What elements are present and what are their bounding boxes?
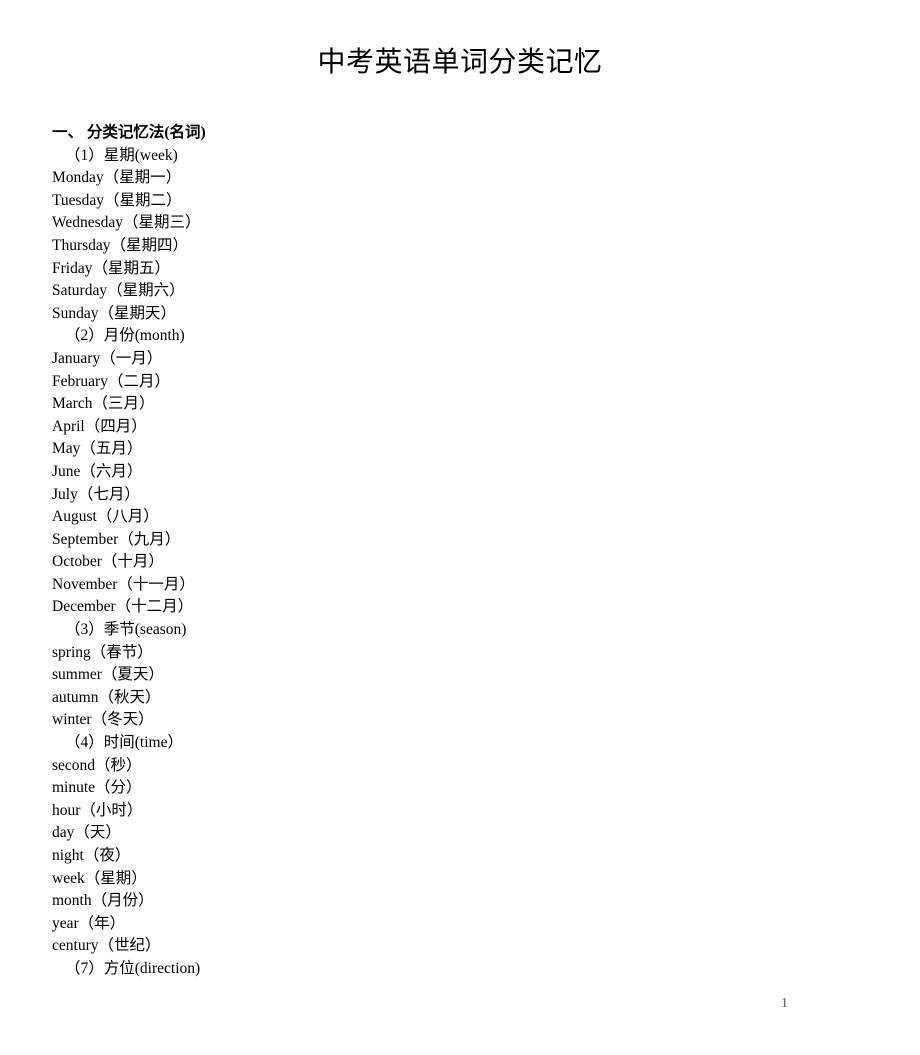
document-body: 一、 分类记忆法(名词) （1）星期(week) Monday（星期一） Tue… [52,122,772,981]
vocab-entry: spring（春节） [52,643,153,661]
page-number: 1 [781,996,788,1011]
subsection-label-season: （3）季节(season) [65,621,187,639]
group-month: （2）月份(month) January（一月） February（二月） Ma… [52,325,772,619]
group-direction: （7）方位(direction) [52,958,772,981]
page-title: 中考英语单词分类记忆 [317,47,603,78]
vocab-entry: April（四月） [52,417,147,435]
vocab-entry: minute（分） [52,779,142,797]
vocab-entry: hour（小时） [52,801,143,819]
document-page: 中考英语单词分类记忆 一、 分类记忆法(名词) （1）星期(week) Mond… [0,0,920,1055]
vocab-entry: June（六月） [52,462,143,480]
vocab-entry: day（天） [52,824,121,842]
group-time: （4）时间(time） second（秒） minute（分） hour（小时）… [52,732,772,958]
subsection-label-direction: （7）方位(direction) [65,959,201,977]
group-season: （3）季节(season) spring（春节） summer（夏天） autu… [52,619,772,732]
vocab-entry: August（八月） [52,508,159,526]
vocab-entry: January（一月） [52,349,163,367]
vocab-entry: night（夜） [52,847,131,864]
section-heading: 一、 分类记忆法(名词) [52,124,206,141]
vocab-entry: second（秒） [52,756,142,774]
subsection-label-month: （2）月份(month) [65,327,185,345]
vocab-entry: year（年） [52,914,126,932]
vocab-entry: Sunday（星期天） [52,304,177,322]
vocab-entry: Tuesday（星期二） [52,191,182,209]
vocab-entry: February（二月） [52,372,170,390]
vocab-entry: century（世纪） [52,937,161,955]
vocab-entry: December（十二月） [52,598,194,616]
vocab-entry: November（十一月） [52,575,195,593]
vocab-entry: October（十月） [52,553,164,571]
vocab-entry: May（五月） [52,440,143,458]
vocab-entry: Thursday（星期四） [52,236,189,254]
subsection-label-time: （4）时间(time） [65,734,183,752]
vocab-entry: month（月份） [52,892,154,910]
vocab-entry: March（三月） [52,395,155,413]
vocab-entry: Monday（星期一） [52,169,182,187]
subsection-label-week: （1）星期(week) [65,146,178,164]
group-week: （1）星期(week) Monday（星期一） Tuesday（星期二） Wed… [52,145,772,326]
vocab-entry: week（星期） [52,869,147,887]
vocab-entry: July（七月） [52,485,140,503]
vocab-entry: autumn（秋天） [52,688,161,706]
vocab-entry: September（九月） [52,530,181,548]
vocab-entry: summer（夏天） [52,666,164,684]
vocab-entry: Saturday（星期六） [52,282,185,300]
vocab-entry: Wednesday（星期三） [52,214,201,232]
vocab-entry: Friday（星期五） [52,259,170,277]
vocab-entry: winter（冬天） [52,711,154,729]
